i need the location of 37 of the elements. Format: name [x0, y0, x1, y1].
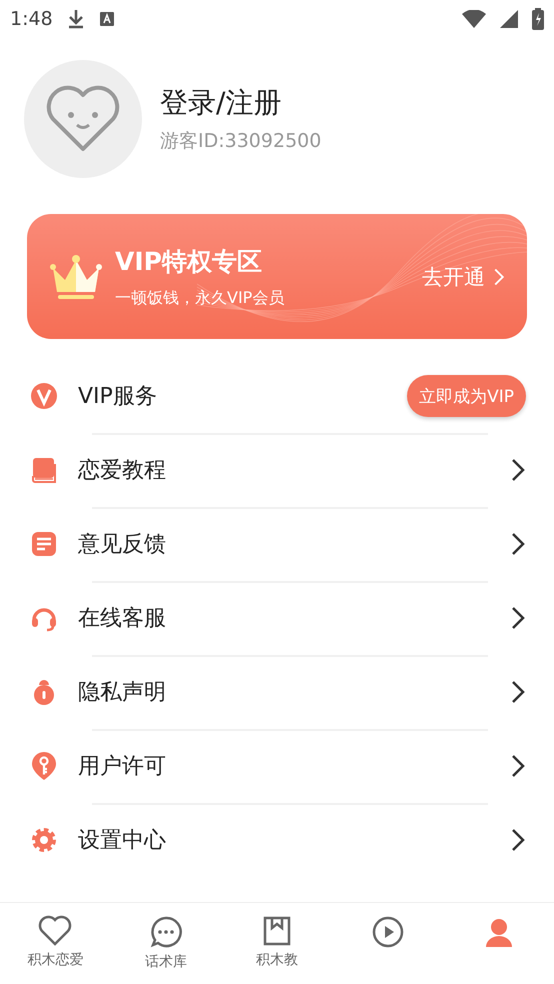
menu-item[interactable]: 隐私声明 — [0, 655, 554, 729]
chevron-icon — [510, 679, 526, 705]
banner-subtitle: 一顿饭钱，永久VIP会员 — [115, 288, 286, 308]
menu-item[interactable]: VIP服务 立即成为VIP — [0, 359, 554, 433]
vip-icon — [30, 382, 58, 410]
chevron-icon — [510, 531, 526, 557]
chevron-icon — [510, 753, 526, 779]
chevron-icon — [510, 827, 526, 853]
chevron-icon — [510, 605, 526, 631]
wifi-icon — [462, 10, 486, 28]
chevron-icon — [510, 457, 526, 483]
keyboard-icon — [98, 11, 115, 27]
nav-tab[interactable]: 积木教 — [222, 903, 332, 984]
gear-icon — [30, 826, 58, 854]
guest-id: 游客ID:33092500 — [160, 129, 322, 154]
battery-icon — [532, 8, 544, 30]
login-link[interactable]: 登录/注册 — [160, 84, 322, 122]
heart-face-icon — [45, 85, 121, 153]
nav-tab[interactable]: 话术库 — [110, 903, 222, 984]
book-icon — [30, 456, 58, 484]
banner-title: VIP特权专区 — [115, 246, 263, 278]
chat-icon — [149, 915, 184, 949]
note-icon — [30, 530, 58, 558]
heart-icon — [37, 915, 74, 947]
menu-item[interactable]: 在线客服 — [0, 581, 554, 655]
download-icon — [66, 9, 85, 29]
play-icon — [370, 915, 405, 949]
nav-tab[interactable]: 积木恋爱 — [0, 903, 111, 984]
bookmark-icon — [262, 915, 292, 947]
crown-icon — [49, 254, 103, 300]
menu-item[interactable]: 恋爱教程 — [0, 433, 554, 507]
menu-item[interactable]: 用户许可 — [0, 729, 554, 803]
key-pin-icon — [30, 751, 58, 781]
menu-item[interactable]: 意见反馈 — [0, 507, 554, 581]
menu-item[interactable]: 设置中心 — [0, 803, 554, 877]
signal-icon — [500, 10, 518, 28]
status-time: 1:48 — [10, 8, 53, 30]
